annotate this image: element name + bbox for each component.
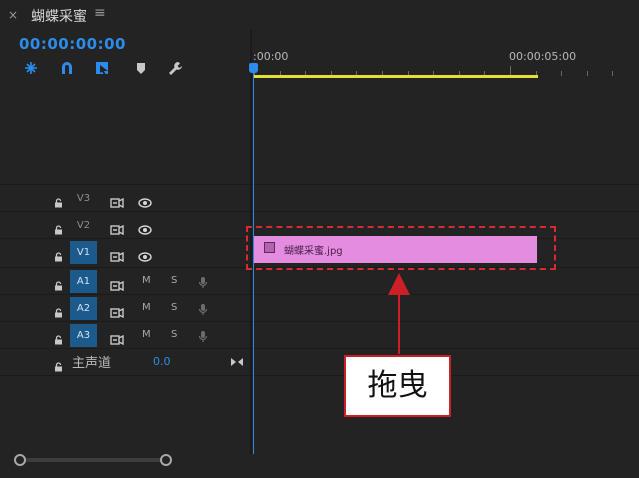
annotation-arrow-stem xyxy=(398,292,400,354)
wrench-settings-icon[interactable] xyxy=(167,60,185,76)
mute-button[interactable]: M xyxy=(142,275,151,286)
add-marker-icon[interactable] xyxy=(133,60,151,76)
solo-button[interactable]: S xyxy=(171,329,177,340)
ruler-tick xyxy=(561,71,563,76)
lock-icon[interactable] xyxy=(54,193,63,208)
annotation-dashed-box xyxy=(246,226,556,270)
solo-button[interactable]: S xyxy=(171,275,177,286)
track-target-v2[interactable]: V2 xyxy=(70,214,97,237)
sync-lock-icon[interactable] xyxy=(110,247,124,266)
track-target-v3[interactable]: V3 xyxy=(70,187,97,210)
lock-icon[interactable] xyxy=(54,276,63,291)
sync-lock-icon[interactable] xyxy=(110,220,124,239)
track-row-a2[interactable]: A2 M S xyxy=(0,294,639,322)
panel-menu-icon[interactable]: ≡ xyxy=(94,5,106,21)
annotation-callout: 拖曳 xyxy=(344,355,451,417)
lock-icon[interactable] xyxy=(54,247,63,262)
mute-button[interactable]: M xyxy=(142,302,151,313)
sync-lock-icon[interactable] xyxy=(110,303,124,322)
lock-icon[interactable] xyxy=(54,303,63,318)
track-row-a1[interactable]: A1 M S xyxy=(0,267,639,295)
linked-selection-icon[interactable] xyxy=(94,60,112,76)
close-tab-icon[interactable]: × xyxy=(8,8,18,22)
track-row-a3[interactable]: A3 M S xyxy=(0,321,639,349)
track-target-a3[interactable]: A3 xyxy=(70,324,97,347)
sync-lock-icon[interactable] xyxy=(110,193,124,212)
sync-lock-icon[interactable] xyxy=(110,330,124,349)
sequence-tab-title[interactable]: 蝴蝶采蜜 xyxy=(31,6,87,26)
solo-button[interactable]: S xyxy=(171,302,177,313)
toggle-output-eye-icon[interactable] xyxy=(138,247,152,266)
playhead-timecode[interactable]: 00:00:00:00 xyxy=(19,35,126,53)
track-separator xyxy=(0,375,639,376)
track-target-a2[interactable]: A2 xyxy=(70,297,97,320)
playhead-handle[interactable] xyxy=(249,63,258,73)
track-target-v1[interactable]: V1 xyxy=(70,241,97,264)
scroll-zoom-handle-left[interactable] xyxy=(14,454,26,466)
master-track-label: 主声道 xyxy=(72,356,112,371)
ruler-label-5s: 00:00:05:00 xyxy=(509,50,577,63)
scroll-zoom-handle-right[interactable] xyxy=(160,454,172,466)
go-to-edit-point-icon[interactable] xyxy=(230,352,244,371)
mute-button[interactable]: M xyxy=(142,329,151,340)
nest-sequence-icon[interactable] xyxy=(22,60,40,76)
work-area-bar[interactable] xyxy=(254,75,538,78)
ruler-label-start: :00:00 xyxy=(253,50,289,63)
master-volume-value[interactable]: 0.0 xyxy=(153,355,171,368)
horizontal-scrollbar[interactable] xyxy=(16,458,166,462)
sync-lock-icon[interactable] xyxy=(110,276,124,295)
track-row-master[interactable]: 主声道 0.0 xyxy=(0,348,639,376)
toggle-output-eye-icon[interactable] xyxy=(138,220,152,239)
lock-icon[interactable] xyxy=(54,220,63,235)
lock-icon[interactable] xyxy=(54,330,63,345)
lock-icon[interactable] xyxy=(54,357,63,372)
ruler-tick xyxy=(586,71,588,76)
snap-magnet-icon[interactable] xyxy=(58,60,76,76)
voiceover-mic-icon[interactable] xyxy=(198,274,208,293)
ruler-tick xyxy=(612,71,614,76)
track-target-a1[interactable]: A1 xyxy=(70,270,97,293)
toggle-output-eye-icon[interactable] xyxy=(138,193,152,212)
voiceover-mic-icon[interactable] xyxy=(198,328,208,347)
voiceover-mic-icon[interactable] xyxy=(198,301,208,320)
track-row-v3[interactable]: V3 xyxy=(0,184,639,212)
